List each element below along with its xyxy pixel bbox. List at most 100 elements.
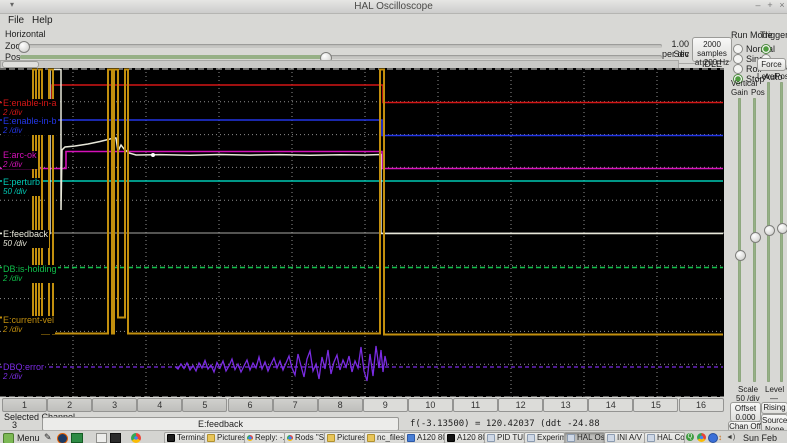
timebase-unit: per div xyxy=(661,49,689,59)
trigger-level-label: Level xyxy=(757,72,777,81)
dark-icon xyxy=(447,433,455,442)
taskbar-window-8[interactable]: A120 80... xyxy=(444,432,485,443)
chrome-icon xyxy=(247,434,253,441)
trigger-label: Trigger xyxy=(760,30,787,40)
channel-tab-1[interactable]: 1 xyxy=(2,398,47,412)
quod-tray-icon[interactable]: Q xyxy=(686,433,694,441)
mint-menu-icon[interactable] xyxy=(3,433,14,443)
offset-button[interactable]: Offset 0.000 xyxy=(730,402,761,422)
channel-tab-12[interactable]: 12 xyxy=(498,398,544,412)
chrome-icon xyxy=(287,434,293,441)
taskbar-window-12[interactable]: INI A/V xyxy=(604,432,645,443)
taskbar-window-10[interactable]: Experim... xyxy=(524,432,565,443)
gain-slider[interactable] xyxy=(738,98,741,382)
channel-tab-2[interactable]: 2 xyxy=(47,398,93,412)
trigger-level-slider-handle[interactable] xyxy=(764,225,775,236)
menu-help[interactable]: Help xyxy=(32,15,53,26)
channel-tab-13[interactable]: 13 xyxy=(543,398,589,412)
titlebar: ▾ HAL Oscilloscope – + × xyxy=(0,0,787,14)
window-icon xyxy=(527,433,535,442)
network-icon[interactable]: ↕ xyxy=(718,433,722,442)
channel-label-e-feedback: E:feedback 50 /div xyxy=(2,229,50,248)
channel-tab-4[interactable]: 4 xyxy=(137,398,183,412)
channel-tab-6[interactable]: 6 xyxy=(227,398,273,412)
channel-tab-3[interactable]: 3 xyxy=(92,398,138,412)
horizontal-section-label: Horizontal xyxy=(5,29,46,39)
vertical-pos-label: Pos xyxy=(751,88,765,97)
menu-file[interactable]: File xyxy=(8,15,24,26)
vertical-label: Vertical xyxy=(731,79,758,88)
channel-label-db-is-holding: DB:is-holding 2 /div xyxy=(2,264,58,283)
vertical-gain-label: Gain xyxy=(731,88,748,97)
update-tray-icon[interactable] xyxy=(708,433,718,443)
window-title: HAL Oscilloscope xyxy=(354,1,433,12)
channel-tab-10[interactable]: 10 xyxy=(407,398,453,412)
trigger-pos-label: Pos xyxy=(775,72,787,81)
samples-line1: 2000 samples xyxy=(697,40,727,58)
channel-tab-11[interactable]: 11 xyxy=(453,398,498,412)
trigger-pos-slider-handle[interactable] xyxy=(777,223,787,234)
channel-tab-14[interactable]: 14 xyxy=(588,398,634,412)
chrome-icon[interactable] xyxy=(131,433,141,443)
channel-label-e-enable-in-b: E:enable-in-b 2 /div xyxy=(2,116,58,135)
horizontal-scrollbar-thumb[interactable] xyxy=(2,61,39,68)
rising-button[interactable]: Rising xyxy=(761,402,787,414)
channel-tab-9[interactable]: 9 xyxy=(362,398,408,412)
taskbar-window-4[interactable]: Rods "S... xyxy=(284,432,325,443)
window-icon xyxy=(647,433,655,442)
window-icon xyxy=(487,433,495,442)
channel-label-e-arc-ok: E:arc-ok 2 /div xyxy=(2,150,38,169)
trace-marker xyxy=(151,153,155,157)
close-button[interactable]: × xyxy=(777,0,787,10)
force-button[interactable]: Force xyxy=(757,58,786,71)
trigger-normal[interactable]: Normal xyxy=(761,40,787,72)
channel-tab-15[interactable]: 15 xyxy=(633,398,679,412)
source-label: Source xyxy=(762,416,787,425)
zoom-slider[interactable] xyxy=(26,44,662,48)
chrome-tray-icon[interactable] xyxy=(697,433,706,442)
firefox-icon[interactable] xyxy=(57,433,68,443)
channel-label-e-current-vel: E:current-vel 2 /div xyxy=(2,315,56,334)
trace-e-current-vel xyxy=(0,68,723,336)
vertical-pos-slider-handle[interactable] xyxy=(750,232,761,243)
channel-tab-16[interactable]: 16 xyxy=(678,398,724,412)
channel-tab-8[interactable]: 8 xyxy=(317,398,363,412)
signal-icon[interactable] xyxy=(734,433,743,441)
terminal-icon xyxy=(167,433,175,442)
gain-slider-handle[interactable] xyxy=(735,250,746,261)
offset-label: Offset xyxy=(734,404,757,413)
channel-label-dbq-error: DBQ:error 2 /div xyxy=(2,362,46,381)
menu-button[interactable]: Menu xyxy=(17,433,40,443)
terminal-launcher-icon[interactable] xyxy=(71,433,83,443)
doc-icon xyxy=(407,433,415,442)
scale-label: Scale xyxy=(738,385,759,394)
maximize-button[interactable]: + xyxy=(765,0,775,10)
clock[interactable]: Sun Feb 10, 15:28 xyxy=(743,433,787,443)
taskbar-window-9[interactable]: PID TUNE xyxy=(484,432,525,443)
taskbar-window-3[interactable]: Reply: -... xyxy=(244,432,285,443)
taskbar-window-11[interactable]: HAL Osc... xyxy=(564,432,605,443)
pencil-icon[interactable]: ✎ xyxy=(44,433,52,442)
pos-slider-fill xyxy=(20,55,325,59)
window-icon xyxy=(607,433,615,442)
folder-icon xyxy=(367,433,375,442)
scope-display[interactable]: E:enable-in-a 2 /div E:enable-in-b 2 /div E:… xyxy=(0,68,724,397)
channel-tab-5[interactable]: 5 xyxy=(182,398,228,412)
taskbar-window-6[interactable]: nc_files xyxy=(364,432,405,443)
minimize-button[interactable]: – xyxy=(753,0,763,10)
folder-icon xyxy=(327,433,335,442)
window-icon xyxy=(567,433,575,442)
taskbar-window-7[interactable]: A120 80... xyxy=(404,432,445,443)
taskbar-window-5[interactable]: Pictures xyxy=(324,432,365,443)
taskbar-window-2[interactable]: Pictures xyxy=(204,432,245,443)
channel-tab-7[interactable]: 7 xyxy=(272,398,318,412)
file-manager-icon[interactable] xyxy=(96,433,107,443)
folder-icon xyxy=(207,433,215,442)
selected-channel-name[interactable]: E:feedback xyxy=(42,417,399,431)
channel-label-e-perturb: E:perturb 50 /div xyxy=(2,177,42,196)
selected-channel-number: 3 xyxy=(12,420,18,430)
taskbar-window-1[interactable]: Terminal xyxy=(164,432,205,443)
taskbar-window-13[interactable]: HAL Co... xyxy=(644,432,685,443)
level-label: Level xyxy=(765,385,785,394)
screen-icon[interactable] xyxy=(110,433,121,443)
